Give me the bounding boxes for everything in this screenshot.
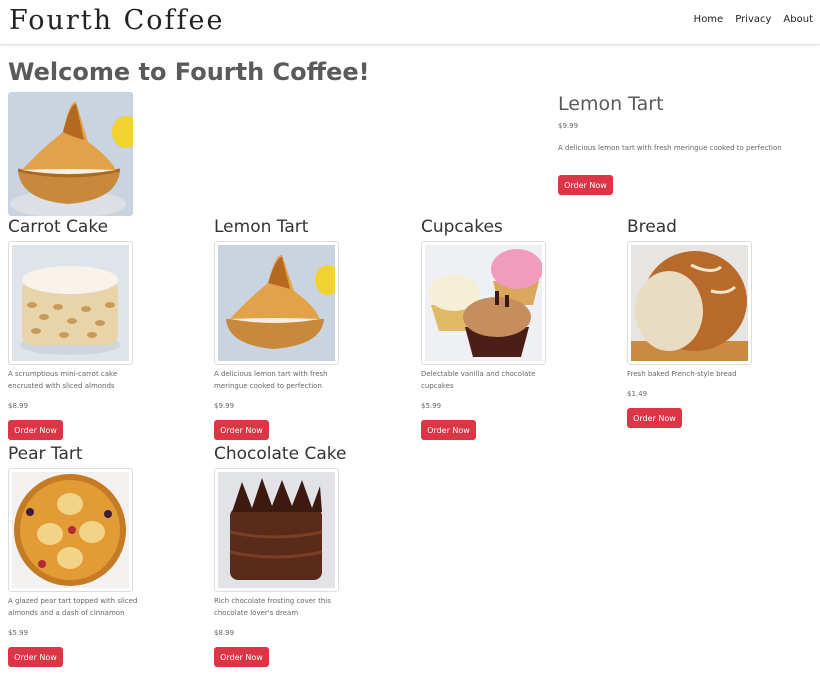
nav-home-link[interactable]: Home: [694, 14, 724, 25]
product-image-cupcakes: [421, 241, 546, 365]
product-card-bread: Bread Fresh baked French-style bread $1.…: [627, 217, 820, 428]
order-now-button[interactable]: Order Now: [214, 420, 269, 440]
product-image-carrot-cake: [8, 241, 133, 365]
product-title: Pear Tart: [8, 444, 83, 464]
product-title: Chocolate Cake: [214, 444, 347, 464]
top-navbar: Fourth Coffee Home Privacy About: [0, 0, 820, 45]
order-now-button[interactable]: Order Now: [8, 420, 63, 440]
product-description: Rich chocolate frosting cover this choco…: [214, 597, 331, 617]
nav-links: Home Privacy About: [694, 14, 813, 25]
product-description: A scrumptious mini-carrot cake encrusted…: [8, 370, 118, 390]
hero-order-button[interactable]: Order Now: [558, 175, 613, 195]
product-title: Lemon Tart: [214, 217, 309, 237]
product-card-cupcakes: Cupcakes Delectable vanilla and chocolat…: [421, 217, 616, 440]
nav-about-link[interactable]: About: [783, 14, 813, 25]
order-now-button[interactable]: Order Now: [421, 420, 476, 440]
product-image-pear-tart: [8, 468, 133, 592]
nav-privacy-link[interactable]: Privacy: [735, 14, 771, 25]
product-card-lemon-tart: Lemon Tart A delicious lemon tart with f…: [214, 217, 409, 440]
product-price: $8.99: [8, 402, 29, 410]
product-price: $9.99: [214, 402, 235, 410]
hero-price: $9.99: [558, 122, 579, 130]
order-now-button[interactable]: Order Now: [627, 408, 682, 428]
product-price: $8.99: [214, 629, 235, 637]
hero-title: Lemon Tart: [558, 93, 664, 115]
product-description: Delectable vanilla and chocolate cupcake…: [421, 370, 536, 390]
product-description: A delicious lemon tart with fresh mering…: [214, 370, 328, 390]
product-title: Carrot Cake: [8, 217, 109, 237]
product-card-pear-tart: Pear Tart A glazed pear tart topped with…: [8, 444, 203, 667]
order-now-button[interactable]: Order Now: [214, 647, 269, 667]
product-card-carrot-cake: Carrot Cake A scrumptious mini-carrot ca…: [8, 217, 203, 440]
page-title: Welcome to Fourth Coffee!: [8, 58, 370, 86]
product-title: Bread: [627, 217, 677, 237]
product-price: $1.49: [627, 390, 648, 398]
product-description: Fresh baked French-style bread: [627, 370, 737, 378]
product-price: $5.99: [8, 629, 29, 637]
product-description: A glazed pear tart topped with sliced al…: [8, 597, 138, 617]
product-price: $5.99: [421, 402, 442, 410]
product-image-chocolate-cake: [214, 468, 339, 592]
product-image-lemon-tart: [214, 241, 339, 365]
product-image-bread: [627, 241, 752, 365]
hero-description: A delicious lemon tart with fresh mering…: [558, 144, 782, 152]
product-card-chocolate-cake: Chocolate Cake Rich chocolate frosting c…: [214, 444, 409, 667]
hero-image-lemon-tart: [8, 92, 133, 216]
order-now-button[interactable]: Order Now: [8, 647, 63, 667]
brand-logo[interactable]: Fourth Coffee: [9, 5, 225, 36]
product-title: Cupcakes: [421, 217, 503, 237]
